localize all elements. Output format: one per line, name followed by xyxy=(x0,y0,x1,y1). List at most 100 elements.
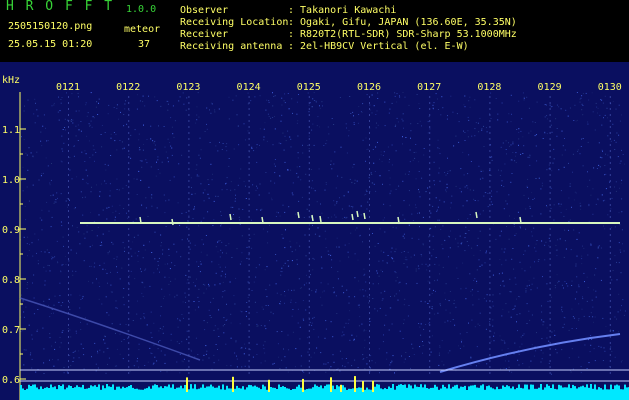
noise-dot xyxy=(345,217,347,219)
noise-dot xyxy=(303,319,305,321)
time-grid-dot xyxy=(188,336,190,338)
noise-dot xyxy=(206,128,208,130)
time-grid-dot xyxy=(609,318,611,320)
noise-dot xyxy=(115,307,117,309)
noise-dot xyxy=(603,117,604,119)
noise-dot xyxy=(408,224,410,226)
noise-dot xyxy=(210,163,212,165)
noise-dot xyxy=(600,346,602,348)
noise-dot xyxy=(482,170,484,172)
noise-dot xyxy=(251,146,253,148)
time-grid-dot xyxy=(609,210,611,212)
noise-dot xyxy=(276,292,278,294)
amplitude-bar xyxy=(612,389,614,392)
noise-dot xyxy=(59,282,61,284)
noise-dot xyxy=(613,139,615,141)
noise-dot xyxy=(395,248,397,250)
time-grid-dot xyxy=(68,246,69,248)
noise-dot xyxy=(198,225,200,227)
noise-dot xyxy=(173,243,175,245)
noise-dot xyxy=(137,261,139,262)
time-grid-dot xyxy=(369,180,370,182)
noise-dot xyxy=(576,291,578,293)
time-grid-dot xyxy=(489,324,491,326)
time-grid-dot xyxy=(248,216,250,218)
noise-dot xyxy=(213,329,215,331)
noise-dot xyxy=(373,162,375,164)
noise-dot xyxy=(572,316,574,318)
amplitude-bar xyxy=(208,386,210,392)
noise-dot xyxy=(479,178,481,180)
noise-dot xyxy=(205,353,207,355)
noise-dot xyxy=(252,356,254,358)
noise-dot xyxy=(594,129,596,131)
noise-dot xyxy=(229,228,231,230)
noise-dot xyxy=(390,296,391,297)
noise-dot xyxy=(134,129,136,131)
time-grid-dot xyxy=(128,294,130,296)
noise-dot xyxy=(244,365,246,367)
noise-dot xyxy=(132,241,134,243)
noise-dot xyxy=(145,197,147,199)
noise-dot xyxy=(530,289,532,291)
noise-dot xyxy=(78,110,80,112)
time-grid-dot xyxy=(68,306,69,308)
noise-dot xyxy=(465,233,467,234)
amplitude-bar xyxy=(410,385,412,392)
noise-dot xyxy=(418,238,420,240)
noise-dot xyxy=(335,295,337,297)
noise-dot xyxy=(363,274,365,276)
noise-dot xyxy=(27,99,29,101)
noise-dot xyxy=(297,152,299,154)
noise-dot xyxy=(601,194,603,196)
time-grid-dot xyxy=(489,138,491,140)
noise-dot xyxy=(509,291,511,293)
time-grid-dot xyxy=(128,102,130,104)
amplitude-bar xyxy=(142,389,144,392)
noise-dot xyxy=(513,308,515,310)
time-grid-dot xyxy=(489,252,491,254)
info-value-antenna: : 2el-HB9CV Vertical (el. E-W) xyxy=(288,41,469,52)
noise-dot xyxy=(377,124,379,126)
noise-dot xyxy=(238,208,240,210)
freq-label: 0.9 xyxy=(2,225,20,236)
time-grid-dot xyxy=(489,360,491,362)
noise-dot xyxy=(341,176,343,178)
noise-dot xyxy=(478,362,480,364)
noise-dot xyxy=(434,263,436,265)
time-grid-dot xyxy=(188,330,190,332)
noise-dot xyxy=(597,247,599,249)
noise-dot xyxy=(168,276,170,278)
noise-dot xyxy=(482,210,484,212)
noise-dot xyxy=(164,362,166,364)
time-grid-dot xyxy=(489,168,491,170)
noise-dot xyxy=(388,170,390,172)
noise-dot xyxy=(107,363,108,365)
noise-dot xyxy=(608,366,610,368)
noise-dot xyxy=(616,261,617,263)
time-grid-dot xyxy=(489,186,491,188)
noise-dot xyxy=(353,339,355,341)
noise-dot xyxy=(336,246,338,248)
noise-dot xyxy=(522,153,524,154)
noise-dot xyxy=(402,214,404,216)
noise-dot xyxy=(207,193,209,195)
noise-dot xyxy=(437,139,439,141)
noise-dot xyxy=(366,94,368,96)
noise-dot xyxy=(422,216,424,218)
time-grid-dot xyxy=(308,258,310,260)
noise-dot xyxy=(169,294,171,296)
time-grid-dot xyxy=(609,360,611,362)
noise-dot xyxy=(368,297,370,299)
noise-dot xyxy=(235,198,236,200)
noise-dot xyxy=(477,122,479,124)
noise-dot xyxy=(418,268,420,270)
time-grid-dot xyxy=(128,264,130,266)
noise-dot xyxy=(435,257,437,258)
noise-dot xyxy=(535,134,537,136)
noise-dot xyxy=(272,117,274,118)
noise-dot xyxy=(258,194,260,196)
noise-dot xyxy=(377,243,379,244)
noise-dot xyxy=(396,276,398,278)
noise-dot xyxy=(171,126,173,128)
